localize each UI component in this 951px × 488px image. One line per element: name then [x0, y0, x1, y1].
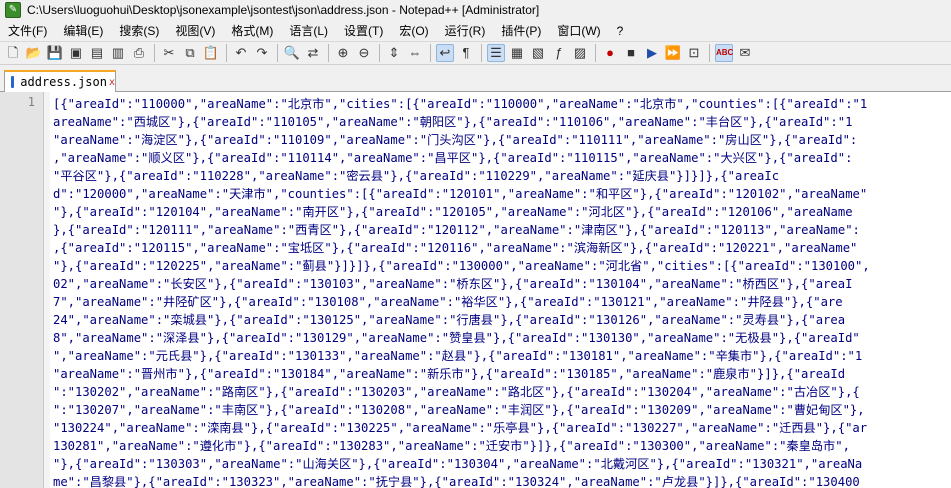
title-bar: ✎ C:\Users\luoguohui\Desktop\jsonexample…: [0, 0, 951, 20]
copy-icon[interactable]: ⧉: [181, 44, 199, 62]
code-line: "},{"areaId":"130303","areaName":"山海关区"}…: [53, 457, 863, 471]
paste-icon[interactable]: 📋: [202, 44, 220, 62]
notepad-plus-plus-icon: ✎: [5, 2, 21, 18]
tab-label: address.json: [20, 75, 107, 89]
user-define-icon[interactable]: ▦: [508, 44, 526, 62]
open-file-icon[interactable]: 📂: [25, 44, 43, 62]
menu-format[interactable]: 格式(M): [223, 21, 281, 41]
save-macro-icon[interactable]: ⊡: [685, 44, 703, 62]
sync-vertical-icon[interactable]: ⇕: [385, 44, 403, 62]
tab-address-json[interactable]: address.json x: [4, 70, 116, 92]
close-icon[interactable]: ▤: [88, 44, 106, 62]
code-line: 02","areaName":"长安区"},{"areaId":"130103"…: [53, 277, 853, 291]
code-area[interactable]: [{"areaId":"110000","areaName":"北京市","ci…: [53, 95, 951, 488]
menu-edit[interactable]: 编辑(E): [55, 21, 111, 41]
toolbar-separator: [277, 44, 278, 62]
toolbar-separator: [430, 44, 431, 62]
code-line: 7","areaName":"井陉矿区"},{"areaId":"130108"…: [53, 295, 843, 309]
sync-horizontal-icon[interactable]: ⇔: [406, 44, 424, 62]
line-number: 1: [27, 95, 35, 109]
undo-icon[interactable]: ↶: [232, 44, 250, 62]
tab-bar: address.json x: [0, 66, 951, 92]
code-line: ","areaName":"元氏县"},{"areaId":"130133","…: [53, 349, 863, 363]
toolbar-separator: [328, 44, 329, 62]
toolbar: 🗋 📂 💾 ▣ ▤ ▥ ⎙ ✂ ⧉ 📋 ↶ ↷ 🔍 ⇄ ⊕ ⊖ ⇕ ⇔ ↩ ¶ …: [0, 41, 951, 65]
code-line: "areaName":"海淀区"},{"areaId":"110109","ar…: [53, 133, 858, 147]
code-line: "130224","areaName":"滦南县"},{"areaId":"13…: [53, 421, 868, 435]
window-title: C:\Users\luoguohui\Desktop\jsonexample\j…: [27, 3, 540, 17]
code-line: "平谷区"},{"areaId":"110228","areaName":"密云…: [53, 169, 780, 183]
zoom-in-icon[interactable]: ⊕: [334, 44, 352, 62]
save-all-icon[interactable]: ▣: [67, 44, 85, 62]
new-file-icon[interactable]: 🗋: [4, 44, 22, 62]
function-list-icon[interactable]: ƒ: [550, 44, 568, 62]
find-icon[interactable]: 🔍: [283, 44, 301, 62]
code-line: me":"昌黎县"},{"areaId":"130323","areaName"…: [53, 475, 860, 488]
file-saved-icon: [11, 76, 21, 88]
code-line: "},{"areaId":"120225","areaName":"蓟县"}]}…: [53, 259, 870, 273]
toolbar-separator: [595, 44, 596, 62]
close-all-icon[interactable]: ▥: [109, 44, 127, 62]
save-icon[interactable]: 💾: [46, 44, 64, 62]
code-line: ":"130202","areaName":"路南区"},{"areaId":"…: [53, 385, 860, 399]
toolbar-separator: [226, 44, 227, 62]
doc-map-icon[interactable]: ▧: [529, 44, 547, 62]
toolbar-separator: [709, 44, 710, 62]
redo-icon[interactable]: ↷: [253, 44, 271, 62]
cut-icon[interactable]: ✂: [160, 44, 178, 62]
code-line: 8","areaName":"深泽县"},{"areaId":"130129",…: [53, 331, 860, 345]
menu-settings[interactable]: 设置(T): [336, 21, 391, 41]
toolbar-separator: [379, 44, 380, 62]
menu-view[interactable]: 视图(V): [167, 21, 223, 41]
run-macro-multiple-icon[interactable]: ⏩: [664, 44, 682, 62]
record-macro-icon[interactable]: ●: [601, 44, 619, 62]
code-line: d":"120000","areaName":"天津市","counties":…: [53, 187, 868, 201]
menu-language[interactable]: 语言(L): [281, 21, 336, 41]
menu-file[interactable]: 文件(F): [0, 21, 55, 41]
show-all-chars-icon[interactable]: ¶: [457, 44, 475, 62]
code-line: },{"areaId":"120111","areaName":"西青区"},{…: [53, 223, 860, 237]
toolbar-separator: [154, 44, 155, 62]
folder-workspace-icon[interactable]: ▨: [571, 44, 589, 62]
zoom-out-icon[interactable]: ⊖: [355, 44, 373, 62]
code-line: ":"130207","areaName":"丰南区"},{"areaId":"…: [53, 403, 865, 417]
menu-macro[interactable]: 宏(O): [391, 21, 436, 41]
code-line: "areaName":"晋州市"},{"areaId":"130184","ar…: [53, 367, 846, 381]
spell-check-icon[interactable]: ABC: [715, 44, 733, 62]
line-number-gutter: 1: [0, 92, 44, 488]
menu-help[interactable]: ?: [609, 21, 632, 41]
code-line: areaName":"西城区"},{"areaId":"110105","are…: [53, 115, 853, 129]
menu-run[interactable]: 运行(R): [437, 21, 494, 41]
fold-margin[interactable]: [44, 92, 50, 488]
tab-close-icon[interactable]: x: [109, 77, 115, 88]
word-wrap-icon[interactable]: ↩: [436, 44, 454, 62]
print-icon[interactable]: ⎙: [130, 44, 148, 62]
code-line: [{"areaId":"110000","areaName":"北京市","ci…: [53, 97, 868, 111]
spell-options-icon[interactable]: ✉: [736, 44, 754, 62]
menu-plugins[interactable]: 插件(P): [493, 21, 549, 41]
replace-icon[interactable]: ⇄: [304, 44, 322, 62]
menu-search[interactable]: 搜索(S): [111, 21, 167, 41]
code-line: 130281","areaName":"遵化市"},{"areaId":"130…: [53, 439, 850, 453]
editor[interactable]: 1 [{"areaId":"110000","areaName":"北京市","…: [0, 92, 951, 488]
toolbar-separator: [481, 44, 482, 62]
menu-window[interactable]: 窗口(W): [549, 21, 608, 41]
play-macro-icon[interactable]: ▶: [643, 44, 661, 62]
indent-guide-icon[interactable]: ☰: [487, 44, 505, 62]
code-line: "},{"areaId":"120104","areaName":"南开区"},…: [53, 205, 853, 219]
stop-macro-icon[interactable]: ■: [622, 44, 640, 62]
code-line: ,"areaName":"顺义区"},{"areaId":"110114","a…: [53, 151, 853, 165]
menu-bar: 文件(F) 编辑(E) 搜索(S) 视图(V) 格式(M) 语言(L) 设置(T…: [0, 21, 951, 41]
code-line: 24","areaName":"栾城县"},{"areaId":"130125"…: [53, 313, 846, 327]
code-line: ,{"areaId":"120115","areaName":"宝坻区"},{"…: [53, 241, 858, 255]
